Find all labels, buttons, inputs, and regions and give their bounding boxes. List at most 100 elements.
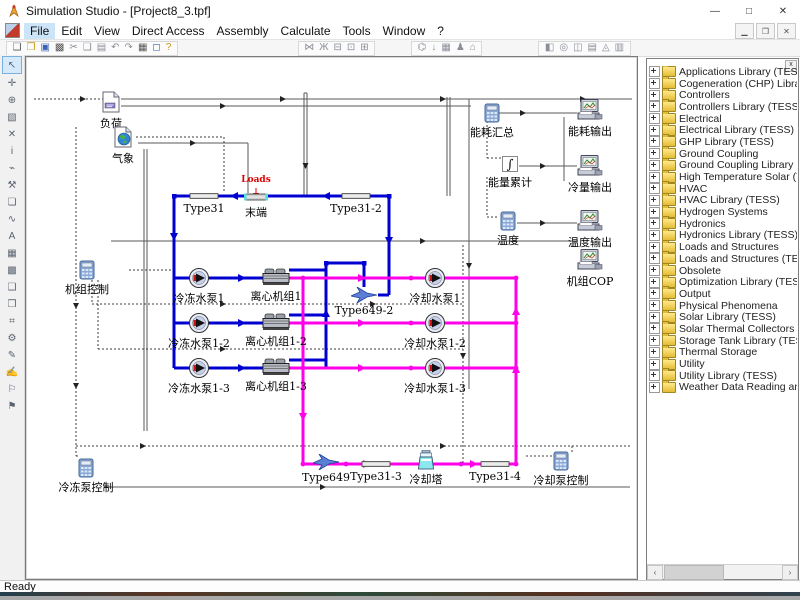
expand-icon[interactable] [649, 160, 660, 171]
library-tree-item[interactable]: Cogeneration (CHP) Library (TESS) [649, 78, 797, 90]
fit-horizontal-icon[interactable]: ⋈ [302, 42, 317, 54]
library-tree-item[interactable]: Utility Library (TESS) [649, 370, 797, 382]
open-icon[interactable]: ❒ [24, 42, 38, 54]
expand-icon[interactable] [649, 172, 660, 183]
library-tree-item[interactable]: Controllers Library (TESS) [649, 101, 797, 113]
zoom-in-view-icon[interactable]: ⊡ [344, 42, 357, 54]
library-tree-item[interactable]: Electrical [649, 113, 797, 125]
library-tree-item[interactable]: Ground Coupling [649, 148, 797, 160]
copy-layer-tool-icon[interactable]: ❑ [3, 279, 21, 295]
save-icon[interactable]: ▣ [38, 42, 52, 54]
project-window-icon[interactable] [5, 23, 20, 38]
tile-view-icon[interactable]: ⊞ [358, 42, 371, 54]
sort-down-icon[interactable]: ↓ [429, 42, 439, 54]
maximize-button[interactable]: □ [732, 0, 766, 22]
library-tree-item[interactable]: Weather Data Reading and Processing [649, 382, 797, 394]
library-tree-item[interactable]: Output [649, 288, 797, 300]
output-manager-icon[interactable]: ◧ [542, 42, 556, 54]
expand-icon[interactable] [649, 148, 660, 159]
zoom-out-view-icon[interactable]: ⊟ [331, 42, 344, 54]
expand-icon[interactable] [649, 347, 660, 358]
expand-icon[interactable] [649, 335, 660, 346]
pan-tool-icon[interactable]: ✛ [3, 75, 21, 91]
save-all-icon[interactable]: ▩ [52, 42, 66, 54]
pen-tool-icon[interactable]: ✎ [3, 347, 21, 363]
expand-icon[interactable] [649, 288, 660, 299]
snapshot-icon[interactable]: ⌂ [467, 42, 478, 54]
library-tree-item[interactable]: GHP Library (TESS) [649, 136, 797, 148]
expand-icon[interactable] [649, 323, 660, 334]
expand-icon[interactable] [649, 242, 660, 253]
print-preview-icon[interactable]: ◻ [150, 42, 163, 54]
library-tree-item[interactable]: Solar Thermal Collectors [649, 323, 797, 335]
menu-view[interactable]: View [88, 23, 126, 39]
parameter-grid-icon[interactable]: ▦ [439, 42, 453, 54]
expand-icon[interactable] [649, 101, 660, 112]
library-tree-item[interactable]: Ground Coupling Library (TESS) [649, 160, 797, 172]
component-tree-icon[interactable]: ⌬ [415, 42, 429, 54]
expand-icon[interactable] [649, 207, 660, 218]
expand-icon[interactable] [649, 78, 660, 89]
delete-tool-icon[interactable]: ✕ [3, 126, 21, 142]
expand-icon[interactable] [649, 230, 660, 241]
select-tool-icon[interactable]: ↖ [2, 56, 22, 74]
fit-vertical-icon[interactable]: Ж [317, 42, 331, 54]
copy-icon[interactable]: ❏ [80, 42, 94, 54]
close-button[interactable]: ✕ [766, 0, 800, 22]
expand-icon[interactable] [649, 195, 660, 206]
expand-icon[interactable] [649, 300, 660, 311]
scroll-right-icon[interactable]: › [782, 565, 798, 580]
library-tree-item[interactable]: Applications Library (TESS) [649, 66, 797, 78]
expand-icon[interactable] [649, 312, 660, 323]
library-tree-item[interactable]: Solar Library (TESS) [649, 311, 797, 323]
project-canvas[interactable]: Loads 负荷气象Type31末端Type31-2机组控制冷冻水泵1冷冻水泵1… [25, 56, 638, 580]
log-viewer-icon[interactable]: ◎ [557, 42, 571, 54]
region-tool-icon[interactable]: ▧ [3, 109, 21, 125]
library-tree-item[interactable]: Utility [649, 358, 797, 370]
menu-direct-access[interactable]: Direct Access [126, 23, 211, 39]
expand-icon[interactable] [649, 218, 660, 229]
expand-icon[interactable] [649, 382, 660, 393]
expand-icon[interactable] [649, 277, 660, 288]
expand-icon[interactable] [649, 66, 660, 77]
grid2-tool-icon[interactable]: ▩ [3, 262, 21, 278]
zoom-tool-icon[interactable]: ⊕ [3, 92, 21, 108]
library-tree-item[interactable]: Loads and Structures (TESS) [649, 253, 797, 265]
library-tree-item[interactable]: Storage Tank Library (TESS) [649, 335, 797, 347]
library-tree-item[interactable]: Hydronics [649, 218, 797, 230]
menu-window[interactable]: Window [377, 23, 432, 39]
grid-tool-icon[interactable]: ▦ [3, 245, 21, 261]
library-tree-item[interactable]: High Temperature Solar (TESS) [649, 171, 797, 183]
settings-tool-icon[interactable]: ⚙ [3, 330, 21, 346]
scroll-left-icon[interactable]: ‹ [647, 565, 663, 580]
menu-edit[interactable]: Edit [55, 23, 88, 39]
expand-icon[interactable] [649, 183, 660, 194]
library-tree-item[interactable]: Electrical Library (TESS) [649, 124, 797, 136]
minimize-button[interactable]: — [698, 0, 732, 22]
run-tool-icon[interactable]: ✍ [3, 364, 21, 380]
info-tool-icon[interactable]: i [3, 143, 21, 159]
build-icon[interactable]: ◬ [599, 42, 612, 54]
menu-tools[interactable]: Tools [337, 23, 377, 39]
paste-layer-tool-icon[interactable]: ❒ [3, 296, 21, 312]
wrench-tool-icon[interactable]: ⚒ [3, 177, 21, 193]
expand-icon[interactable] [649, 253, 660, 264]
help-icon[interactable]: ? [163, 42, 174, 54]
mdi-close-button[interactable]: ✕ [777, 23, 796, 39]
link-tool-icon[interactable]: ⌁ [3, 160, 21, 176]
menu-calculate[interactable]: Calculate [275, 23, 337, 39]
expand-icon[interactable] [649, 359, 660, 370]
mdi-minimize-button[interactable]: ▁ [735, 23, 754, 39]
menu-assembly[interactable]: Assembly [211, 23, 275, 39]
library-tree-item[interactable]: HVAC [649, 183, 797, 195]
stamp-tool-icon[interactable]: ❏ [3, 194, 21, 210]
text-tool-icon[interactable]: A [3, 228, 21, 244]
plug-tool-icon[interactable]: ⌗ [3, 313, 21, 329]
flag-on-tool-icon[interactable]: ⚑ [3, 398, 21, 414]
flag-off-tool-icon[interactable]: ⚐ [3, 381, 21, 397]
expand-icon[interactable] [649, 136, 660, 147]
redo-icon[interactable]: ↷ [122, 42, 135, 54]
mdi-restore-button[interactable]: ❐ [756, 23, 775, 39]
expand-icon[interactable] [649, 265, 660, 276]
expand-icon[interactable] [649, 370, 660, 381]
